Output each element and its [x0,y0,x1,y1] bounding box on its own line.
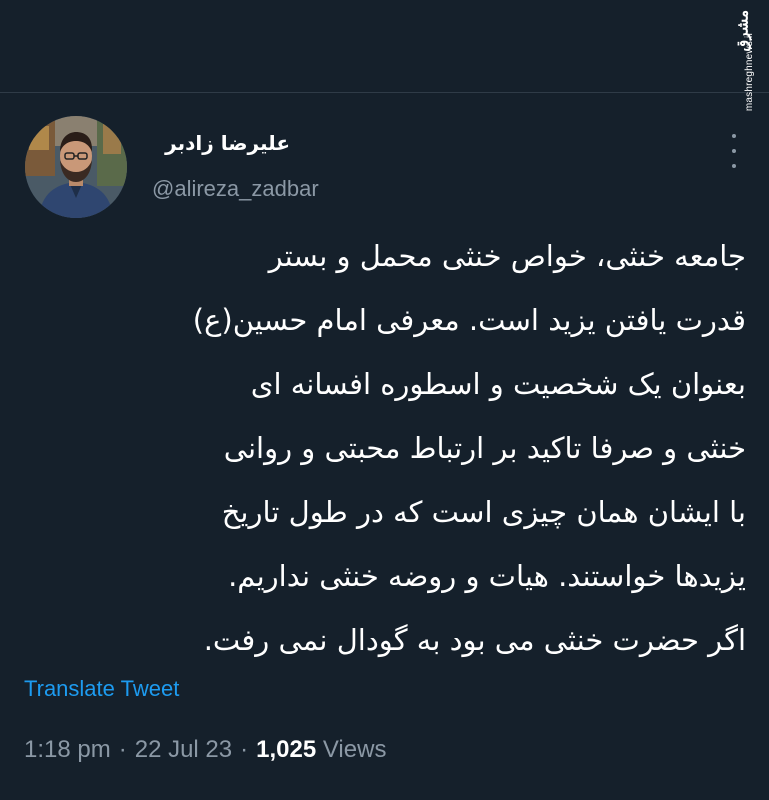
tweet-line: بعنوان یک شخصیت و اسطوره افسانه ای [250,367,746,401]
tweet-meta: 1:18 pm · 22 Jul 23 · 1,025 Views [24,733,386,767]
meta-separator: · [240,736,249,763]
views-count: 1,025 [256,736,317,763]
more-dot-icon [732,164,736,168]
tweet-line: یزیدها خواستند. هیات و روضه خنثی نداریم. [228,559,746,593]
avatar[interactable] [25,116,127,218]
tweet-line: با ایشان همان چیزی است که در طول تاریخ [221,495,746,529]
views-label: Views [322,736,387,763]
more-dot-icon [732,149,736,153]
author-name[interactable]: علیرضا زادبر [150,128,290,158]
tweet-text: جامعه خنثی، خواص خنثی محمل و بستر قدرت ی… [20,224,746,672]
tweet-line: خنثی و صرفا تاکید بر ارتباط محبتی و روان… [223,431,746,465]
watermark: مشرق mashreghnews.ir [707,10,755,125]
more-options-button[interactable] [724,134,744,168]
watermark-site: mashreghnews.ir [744,32,755,112]
tweet-line: اگر حضرت خنثی می بود به گودال نمی رفت. [203,623,746,657]
more-dot-icon [732,134,736,138]
author-handle[interactable]: @alireza_zadbar [152,175,319,203]
tweet-date[interactable]: 22 Jul 23 [135,736,232,763]
tweet-time[interactable]: 1:18 pm [24,736,111,763]
top-divider [0,92,769,93]
tweet-line: قدرت یافتن یزید است. معرفی امام حسین(ع) [192,303,746,337]
translate-tweet-link[interactable]: Translate Tweet [24,674,179,704]
profile-photo-icon [25,116,127,218]
tweet-line: جامعه خنثی، خواص خنثی محمل و بستر [268,239,746,273]
meta-separator: · [118,736,127,763]
